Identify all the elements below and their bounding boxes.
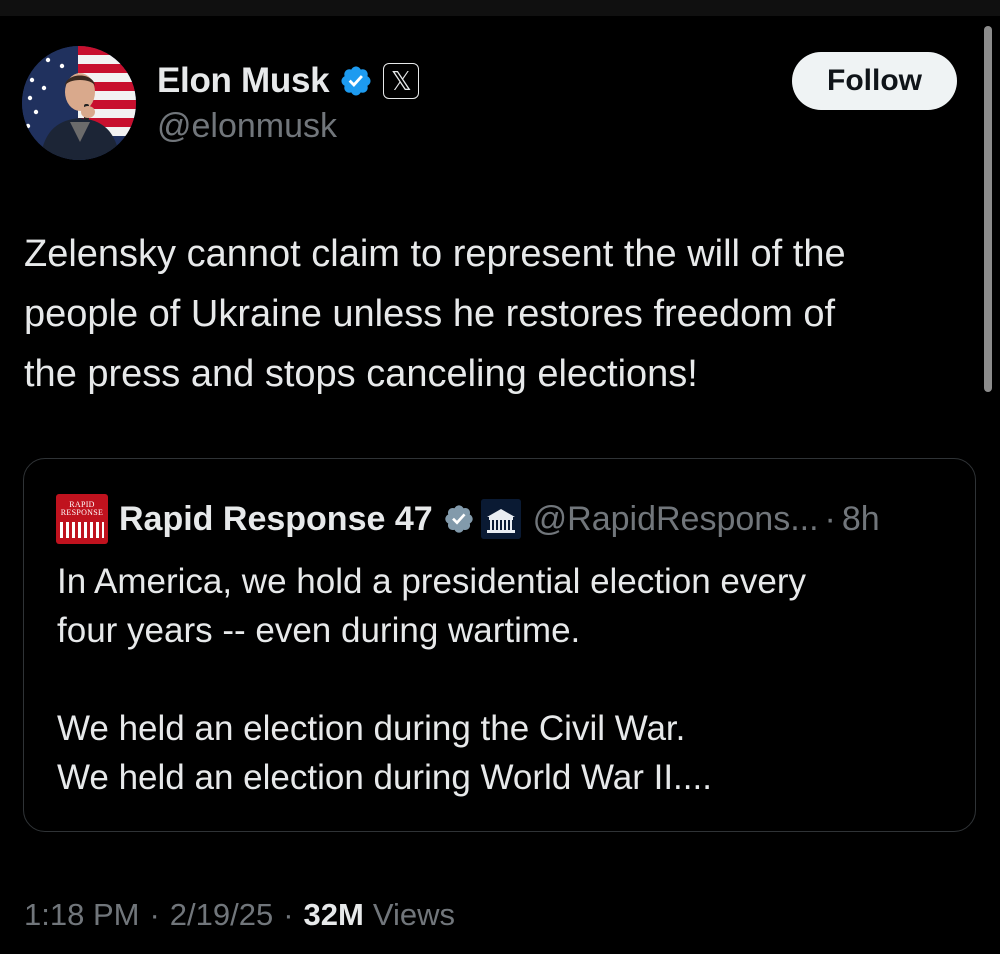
tweet-meta-row: 1:18 PM · 2/19/25 · 32M Views: [24, 892, 455, 938]
tweet-text-line: people of Ukraine unless he restores fre…: [24, 293, 836, 335]
tweet-text: Zelensky cannot claim to represent the w…: [24, 224, 980, 404]
author-handle[interactable]: @elonmusk: [157, 107, 337, 146]
dot-separator: ·: [283, 897, 294, 932]
views-count[interactable]: 32M: [304, 897, 364, 933]
verified-badge-icon[interactable]: [339, 64, 373, 98]
tweet-time[interactable]: 1:18 PM: [24, 897, 139, 933]
author-name[interactable]: Elon Musk: [157, 61, 330, 101]
dot-separator: ·: [824, 499, 836, 538]
rapid-response-logo-icon[interactable]: RAPID RESPONSE: [56, 494, 108, 544]
follow-button[interactable]: Follow: [792, 52, 957, 110]
quoted-tweet-card[interactable]: RAPID RESPONSE Rapid Response 47 @RapidR…: [23, 458, 976, 832]
quoted-tweet-text: In America, we hold a presidential elect…: [57, 557, 957, 802]
gray-verified-badge-icon[interactable]: [443, 503, 475, 535]
quoted-tweet-header: RAPID RESPONSE Rapid Response 47 @RapidR…: [56, 489, 880, 549]
top-status-strip: [0, 0, 1000, 16]
views-label[interactable]: Views: [373, 897, 455, 933]
tweet-date[interactable]: 2/19/25: [170, 897, 273, 933]
scrollbar[interactable]: [984, 26, 992, 392]
dot-separator: ·: [149, 897, 160, 932]
quoted-text-line: four years -- even during wartime.: [57, 611, 581, 650]
author-name-row: Elon Musk 𝕏: [157, 58, 420, 104]
quoted-text-line: In America, we hold a presidential elect…: [57, 562, 807, 601]
quoted-author-handle[interactable]: @RapidRespons...: [533, 500, 819, 539]
quoted-author-name[interactable]: Rapid Response 47: [119, 500, 433, 539]
x-badge-glyph: 𝕏: [390, 66, 412, 96]
quoted-tweet-time[interactable]: 8h: [842, 500, 880, 539]
x-affiliate-badge-icon[interactable]: 𝕏: [383, 63, 420, 99]
tweet-text-line: the press and stops canceling elections!: [24, 353, 698, 395]
avatar-image: [22, 46, 136, 160]
author-avatar[interactable]: [22, 46, 136, 160]
tweet-text-line: Zelensky cannot claim to represent the w…: [24, 233, 846, 275]
quoted-text-line: We held an election during World War II.…: [57, 758, 712, 797]
quoted-text-line: We held an election during the Civil War…: [57, 709, 686, 748]
white-house-affiliate-icon[interactable]: [480, 499, 521, 539]
